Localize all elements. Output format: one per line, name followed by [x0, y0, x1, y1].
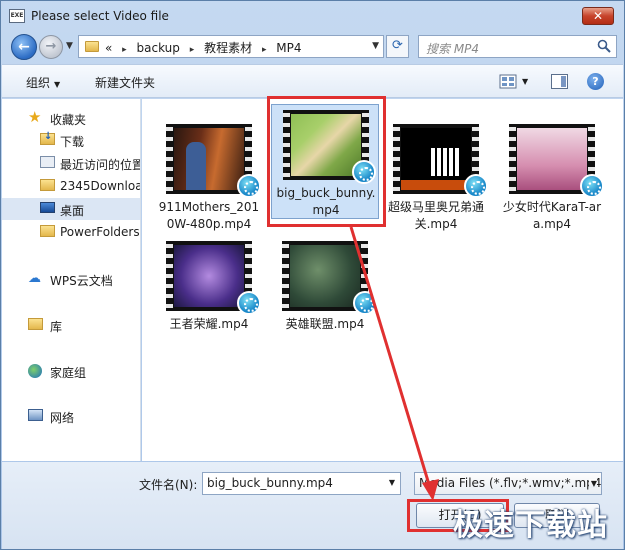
file-dialog-window: EXE Please select Video file ✕ ← → ▼ « ▸… — [0, 0, 625, 550]
preview-pane-icon[interactable] — [551, 74, 568, 89]
chevron-right-icon: ▸ — [261, 45, 267, 55]
refresh-button[interactable]: ⟳ — [386, 35, 409, 58]
file-type-value: Media Files (*.flv;*.wmv;*.mp4 — [419, 476, 602, 490]
nav-item-label: 桌面 — [60, 204, 85, 218]
nav-item-label: PowerFolders — [60, 225, 140, 239]
recent-pages-dropdown[interactable]: ▼ — [66, 41, 73, 51]
nav-item-label: 网络 — [50, 411, 75, 425]
folder-icon — [40, 179, 55, 191]
nav-item-homegroup[interactable]: 家庭组 — [2, 360, 140, 382]
nav-item-label: 家庭组 — [50, 366, 87, 380]
film-strip-icon — [166, 124, 173, 194]
search-icon[interactable] — [597, 39, 611, 53]
filename-dropdown[interactable]: ▼ — [389, 478, 395, 487]
address-dropdown[interactable]: ▼ — [372, 41, 379, 51]
breadcrumb-backup[interactable]: backup — [137, 41, 180, 55]
video-frame — [174, 128, 244, 190]
file-item-karat[interactable]: 少女时代KaraT-ara.mp4 — [498, 119, 606, 234]
media-player-icon — [580, 174, 604, 198]
film-strip-icon — [393, 124, 400, 194]
nav-item-desktop[interactable]: 桌面 — [2, 198, 140, 220]
forward-button[interactable]: → — [39, 35, 63, 59]
film-strip-icon — [509, 124, 516, 194]
chevron-down-icon: ▼ — [588, 479, 597, 488]
breadcrumb-overflow[interactable]: « — [105, 41, 112, 55]
nav-item-downloads[interactable]: 下载 — [2, 129, 140, 151]
back-button[interactable]: ← — [11, 34, 37, 60]
cloud-icon: ☁ — [28, 271, 41, 286]
video-frame — [401, 128, 471, 190]
watermark-text: 极速下载站 — [453, 508, 608, 543]
nav-item-label: WPS云文档 — [50, 274, 113, 288]
chevron-down-icon: ▼ — [54, 80, 61, 89]
video-frame — [290, 245, 360, 307]
highlight-selected-file — [267, 96, 386, 227]
app-icon: EXE — [9, 9, 25, 23]
breadcrumb: « ▸ backup ▸ 教程素材 ▸ MP4 — [105, 39, 302, 56]
nav-item-label: 最近访问的位置 — [60, 158, 141, 172]
network-icon — [28, 409, 43, 421]
breadcrumb-material[interactable]: 教程素材 — [204, 41, 252, 55]
nav-item-powerfolders[interactable]: PowerFolders — [2, 221, 140, 243]
title-bar[interactable]: EXE Please select Video file ✕ — [1, 1, 624, 31]
search-input[interactable]: 搜索 MP4 — [418, 35, 617, 58]
file-name: 王者荣耀.mp4 — [169, 317, 249, 331]
nav-item-label: 收藏夹 — [50, 113, 87, 127]
media-player-icon — [237, 291, 261, 315]
desktop-icon — [40, 202, 55, 213]
address-row: ← → ▼ « ▸ backup ▸ 教程素材 ▸ MP4 ▼ ⟳ 搜索 MP4 — [1, 31, 624, 63]
media-player-icon — [353, 291, 377, 315]
star-icon: ★ — [28, 108, 42, 126]
media-player-icon — [237, 174, 261, 198]
view-icon[interactable] — [499, 74, 517, 89]
file-name: 911Mothers_2010W-480p.mp4 — [158, 200, 260, 231]
nav-item-label: 下载 — [60, 135, 85, 149]
file-type-select[interactable]: Media Files (*.flv;*.wmv;*.mp4 ▼ — [414, 472, 602, 495]
file-item-911mothers[interactable]: 911Mothers_2010W-480p.mp4 — [155, 119, 263, 234]
nav-item-library[interactable]: 库 — [2, 314, 140, 336]
command-toolbar: 组织 ▼ 新建文件夹 ▼ ? — [2, 64, 623, 98]
film-strip-icon — [166, 241, 173, 311]
file-name: 少女时代KaraT-ara.mp4 — [502, 200, 602, 231]
nav-item-network[interactable]: 网络 — [2, 405, 140, 427]
navigation-pane: ★ 收藏夹 下载 最近访问的位置 2345Downloads 桌面 PowerF… — [2, 99, 141, 461]
search-placeholder: 搜索 MP4 — [426, 42, 480, 56]
homegroup-icon — [28, 364, 42, 378]
file-item-wangzhe[interactable]: 王者荣耀.mp4 — [155, 236, 263, 331]
nav-item-label: 库 — [50, 320, 63, 334]
file-item-lol[interactable]: 英雄联盟.mp4 — [271, 236, 379, 331]
file-item-mario[interactable]: 超级马里奥兄弟通关.mp4 — [382, 119, 490, 234]
video-frame — [174, 245, 244, 307]
download-folder-icon — [40, 131, 55, 145]
chevron-right-icon: ▸ — [189, 45, 195, 55]
film-strip-icon — [282, 241, 289, 311]
organize-menu[interactable]: 组织 ▼ — [26, 74, 60, 91]
window-title: Please select Video file — [31, 9, 169, 23]
file-name: 超级马里奥兄弟通关.mp4 — [387, 200, 484, 231]
video-frame — [517, 128, 587, 190]
filename-value: big_buck_bunny.mp4 — [207, 476, 333, 490]
close-button[interactable]: ✕ — [582, 7, 614, 25]
folder-icon — [85, 41, 99, 52]
filename-label: 文件名(N): — [139, 478, 198, 492]
nav-item-2345downloads[interactable]: 2345Downloads — [2, 175, 140, 197]
nav-item-favorites[interactable]: ★ 收藏夹 — [2, 107, 140, 129]
library-icon — [28, 318, 43, 330]
folder-icon — [40, 225, 55, 237]
nav-item-wps-cloud[interactable]: ☁ WPS云文档 — [2, 268, 140, 290]
chevron-right-icon: ▸ — [122, 45, 127, 55]
help-button[interactable]: ? — [587, 73, 604, 90]
nav-item-recent[interactable]: 最近访问的位置 — [2, 152, 141, 174]
view-dropdown[interactable]: ▼ — [522, 77, 528, 86]
address-bar[interactable]: « ▸ backup ▸ 教程素材 ▸ MP4 ▼ — [78, 35, 384, 58]
organize-label: 组织 — [26, 76, 51, 90]
new-folder-button[interactable]: 新建文件夹 — [95, 74, 155, 91]
recent-places-icon — [40, 156, 55, 168]
nav-item-label: 2345Downloads — [60, 179, 140, 193]
media-player-icon — [464, 174, 488, 198]
breadcrumb-mp4[interactable]: MP4 — [276, 41, 301, 55]
file-name: 英雄联盟.mp4 — [285, 317, 365, 331]
filename-input[interactable]: big_buck_bunny.mp4 ▼ — [202, 472, 401, 495]
